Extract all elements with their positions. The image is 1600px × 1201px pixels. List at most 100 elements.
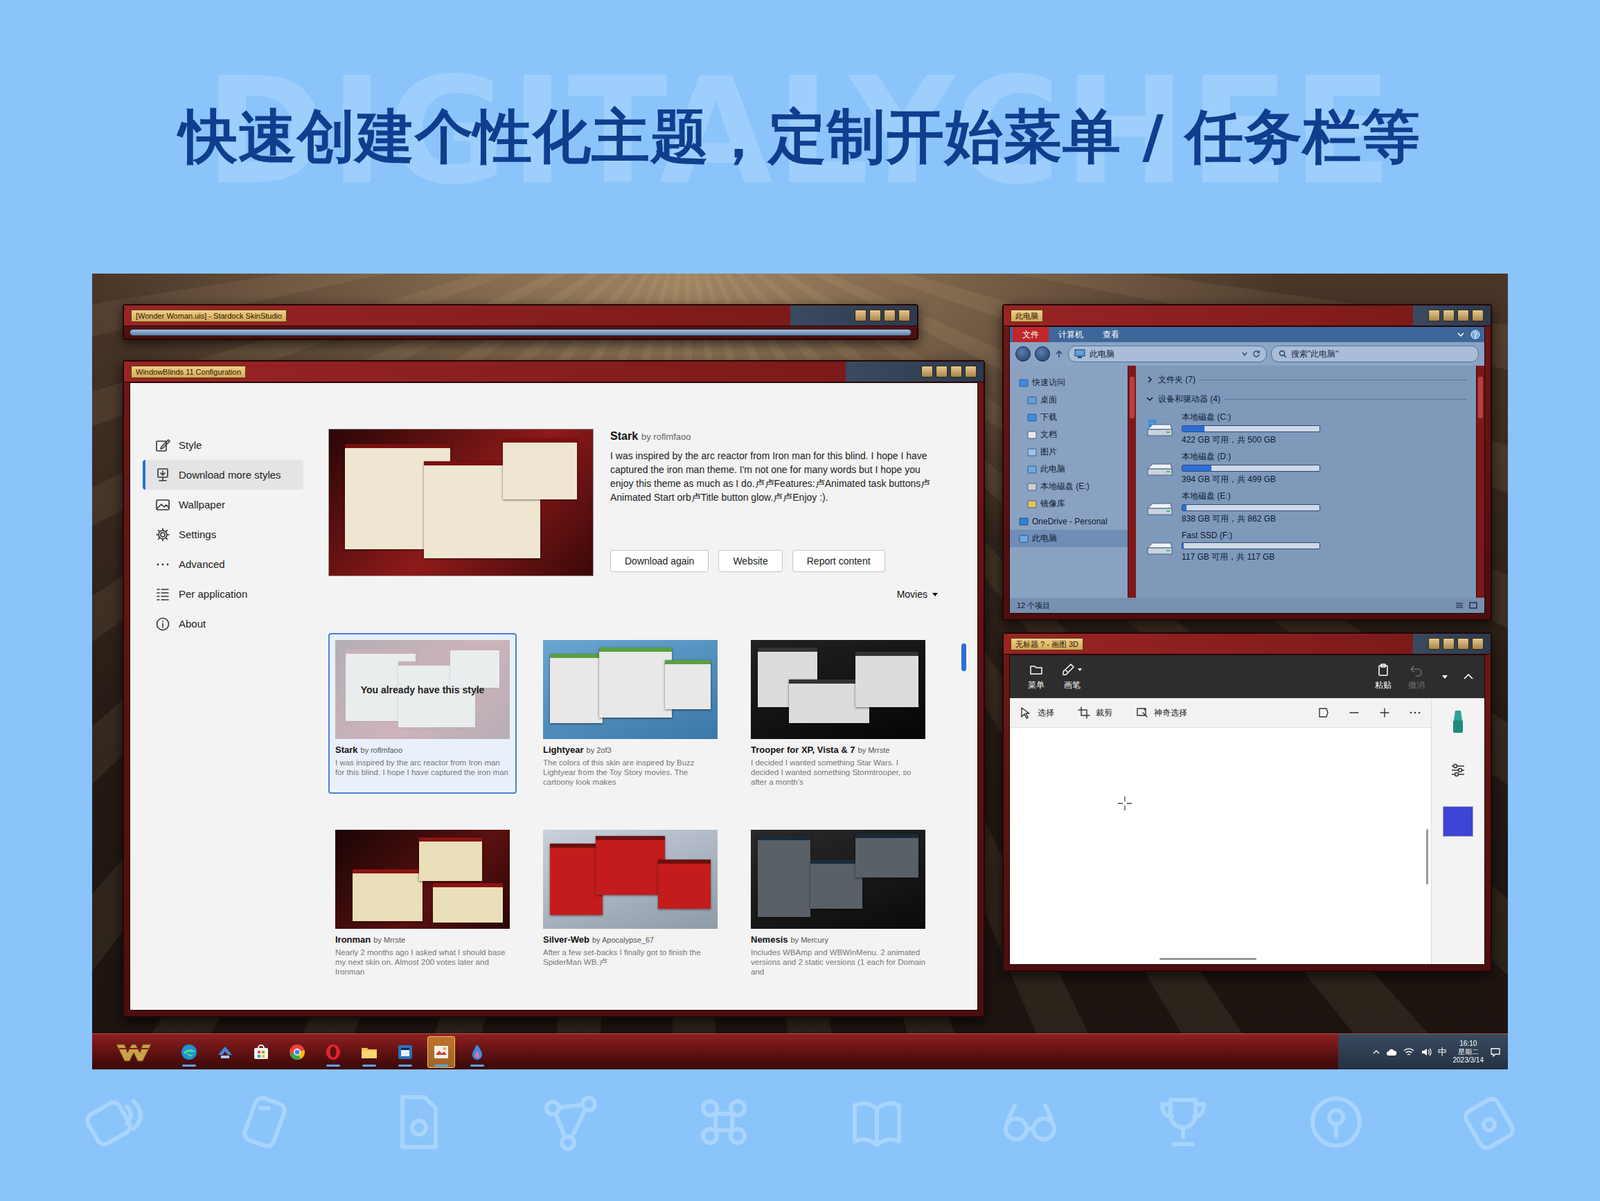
ribbon-tab[interactable]: 文件: [1012, 326, 1049, 343]
menu-button[interactable]: [1428, 309, 1440, 322]
close-button[interactable]: [1471, 637, 1484, 650]
minimize-button[interactable]: [869, 309, 882, 322]
nav-item[interactable]: 快速访问: [1009, 374, 1128, 392]
collapse-icon: [1462, 670, 1475, 683]
nav-item[interactable]: 此电脑: [1009, 460, 1128, 478]
search-placeholder: 搜索"此电脑": [1291, 348, 1339, 361]
thumbnail-frame: [335, 829, 510, 929]
scrollbar-thumb[interactable]: [961, 643, 967, 672]
nav-item[interactable]: 此电脑: [1009, 529, 1128, 548]
toolbar-button[interactable]: 撤消: [1399, 662, 1434, 692]
nav-label: 此电脑: [1040, 463, 1066, 476]
trophy-icon: [1148, 1087, 1218, 1157]
nav-label: 镜像库: [1040, 498, 1066, 510]
taskbar-app[interactable]: [283, 1036, 311, 1069]
action-button[interactable]: Download again: [610, 549, 709, 573]
selection-tool[interactable]: 选择: [1019, 706, 1055, 719]
close-button[interactable]: [898, 309, 911, 322]
group-header[interactable]: 文件夹 (7): [1145, 369, 1467, 390]
taskbar-app[interactable]: [427, 1036, 456, 1069]
sidebar-item[interactable]: Per application: [142, 579, 304, 609]
nav-item[interactable]: OneDrive - Personal: [1009, 512, 1128, 530]
style-card[interactable]: Ironmanby MrrsteNearly 2 months ago I as…: [328, 822, 517, 984]
paint3d-titlebar: 无标题 ? - 画图 3D: [1003, 633, 1491, 655]
address-bar[interactable]: 此电脑: [1068, 345, 1267, 363]
taskbar-app[interactable]: [247, 1036, 275, 1069]
glasses-icon: [995, 1087, 1065, 1157]
minimize-button[interactable]: [1442, 637, 1455, 650]
sidebar-label: About: [178, 617, 206, 630]
style-card[interactable]: Nemesisby MercuryIncludes WBAmp and WBWi…: [743, 822, 933, 984]
drive-item[interactable]: 本地磁盘 (E:)838 GB 可用，共 862 GB: [1145, 487, 1467, 528]
selection-tool[interactable]: 裁剪: [1077, 706, 1113, 719]
thumbnail-frame: [543, 829, 718, 929]
style-card[interactable]: Trooper for XP, Vista & 7by MrrsteI deci…: [743, 633, 933, 794]
nav-item[interactable]: 桌面: [1009, 391, 1128, 409]
sidebar-item[interactable]: Wallpaper: [142, 489, 304, 520]
maximize-button[interactable]: [883, 309, 896, 322]
style-card[interactable]: Lightyearby 2of3The colors of this skin …: [536, 633, 725, 794]
maximize-button[interactable]: [1457, 637, 1470, 650]
sidebar-item[interactable]: Advanced: [142, 549, 304, 580]
toolbar-button[interactable]: 画笔: [1052, 662, 1091, 692]
taskbar-app[interactable]: [175, 1036, 203, 1069]
nav-item[interactable]: 镜像库: [1009, 495, 1128, 513]
drive-item[interactable]: 本地磁盘 (C:)422 GB 可用，共 500 GB: [1145, 408, 1467, 449]
taskbar-app[interactable]: [463, 1036, 492, 1069]
close-button[interactable]: [964, 365, 977, 378]
style-card[interactable]: You already have this styleStarkby roflm…: [328, 633, 517, 794]
close-button[interactable]: [1471, 309, 1484, 322]
explorer-titlebar: 此电脑: [1003, 305, 1491, 327]
maximize-button[interactable]: [950, 365, 963, 378]
nav-item[interactable]: 图片: [1009, 443, 1128, 461]
taskbar-app[interactable]: [211, 1036, 239, 1069]
drive-icon: [1145, 538, 1174, 557]
back-button[interactable]: [1015, 346, 1031, 362]
hero: DIGITALYCHEE快速创建个性化主题，定制开始菜单 / 任务栏等: [0, 0, 1600, 274]
action-button[interactable]: Website: [718, 549, 782, 573]
input-method[interactable]: 中: [1437, 1045, 1447, 1059]
menu-button[interactable]: [854, 309, 867, 322]
maximize-button[interactable]: [1457, 309, 1470, 322]
scrollbar-thumb[interactable]: [1478, 376, 1483, 419]
nav-item[interactable]: 下载: [1009, 408, 1128, 426]
dropdown-icon: [1241, 350, 1249, 358]
forward-button[interactable]: [1034, 346, 1051, 362]
sidebar-item[interactable]: Settings: [142, 519, 304, 550]
scrollbar-thumb[interactable]: [1129, 376, 1135, 419]
ribbon-tab[interactable]: 查看: [1092, 326, 1130, 343]
selection-tool[interactable]: 神奇选择: [1135, 706, 1188, 719]
clock[interactable]: 16:10星期二2023/3/14: [1453, 1039, 1485, 1065]
menu-button[interactable]: [921, 365, 933, 378]
sidebar-item[interactable]: About: [142, 608, 304, 639]
sidebar-item[interactable]: Download more styles: [142, 459, 304, 490]
undo-icon: [1409, 662, 1424, 677]
drive-item[interactable]: 本地磁盘 (D:)394 GB 可用，共 499 GB: [1145, 448, 1467, 488]
search-box[interactable]: 搜索"此电脑": [1270, 345, 1479, 363]
group-divider: [1224, 398, 1467, 400]
start-button[interactable]: [92, 1041, 176, 1063]
group-header[interactable]: 设备和驱动器 (4): [1145, 389, 1467, 409]
drive-usage-fill: [1182, 543, 1184, 549]
category-filter[interactable]: Movies: [328, 585, 939, 603]
taskbar-app[interactable]: [355, 1036, 384, 1069]
menu-button[interactable]: [1428, 637, 1440, 650]
minimize-button[interactable]: [1442, 309, 1455, 322]
drawing-canvas[interactable]: [1009, 727, 1431, 965]
color-swatch[interactable]: [1442, 806, 1474, 837]
action-button[interactable]: Report content: [792, 549, 886, 573]
nav-item[interactable]: 文档: [1009, 425, 1128, 444]
ribbon-tab[interactable]: 计算机: [1048, 326, 1093, 343]
card-title: Lightyear: [543, 744, 584, 755]
nav-item[interactable]: 本地磁盘 (E:): [1009, 477, 1128, 496]
taskbar-app[interactable]: [319, 1036, 348, 1069]
card-author: by Mrrste: [373, 935, 406, 945]
toolbar-button[interactable]: 菜单: [1019, 662, 1053, 692]
sidebar-item[interactable]: Style: [142, 430, 304, 460]
minimize-button[interactable]: [935, 365, 948, 378]
nav-item-icon: [1018, 378, 1029, 388]
style-card[interactable]: Silver-Webby Apocalypse_67After a few se…: [536, 822, 725, 984]
toolbar-button[interactable]: 粘贴: [1366, 662, 1400, 692]
taskbar-app[interactable]: [391, 1036, 420, 1069]
drive-item[interactable]: Fast SSD (F:)117 GB 可用，共 117 GB: [1145, 527, 1467, 567]
